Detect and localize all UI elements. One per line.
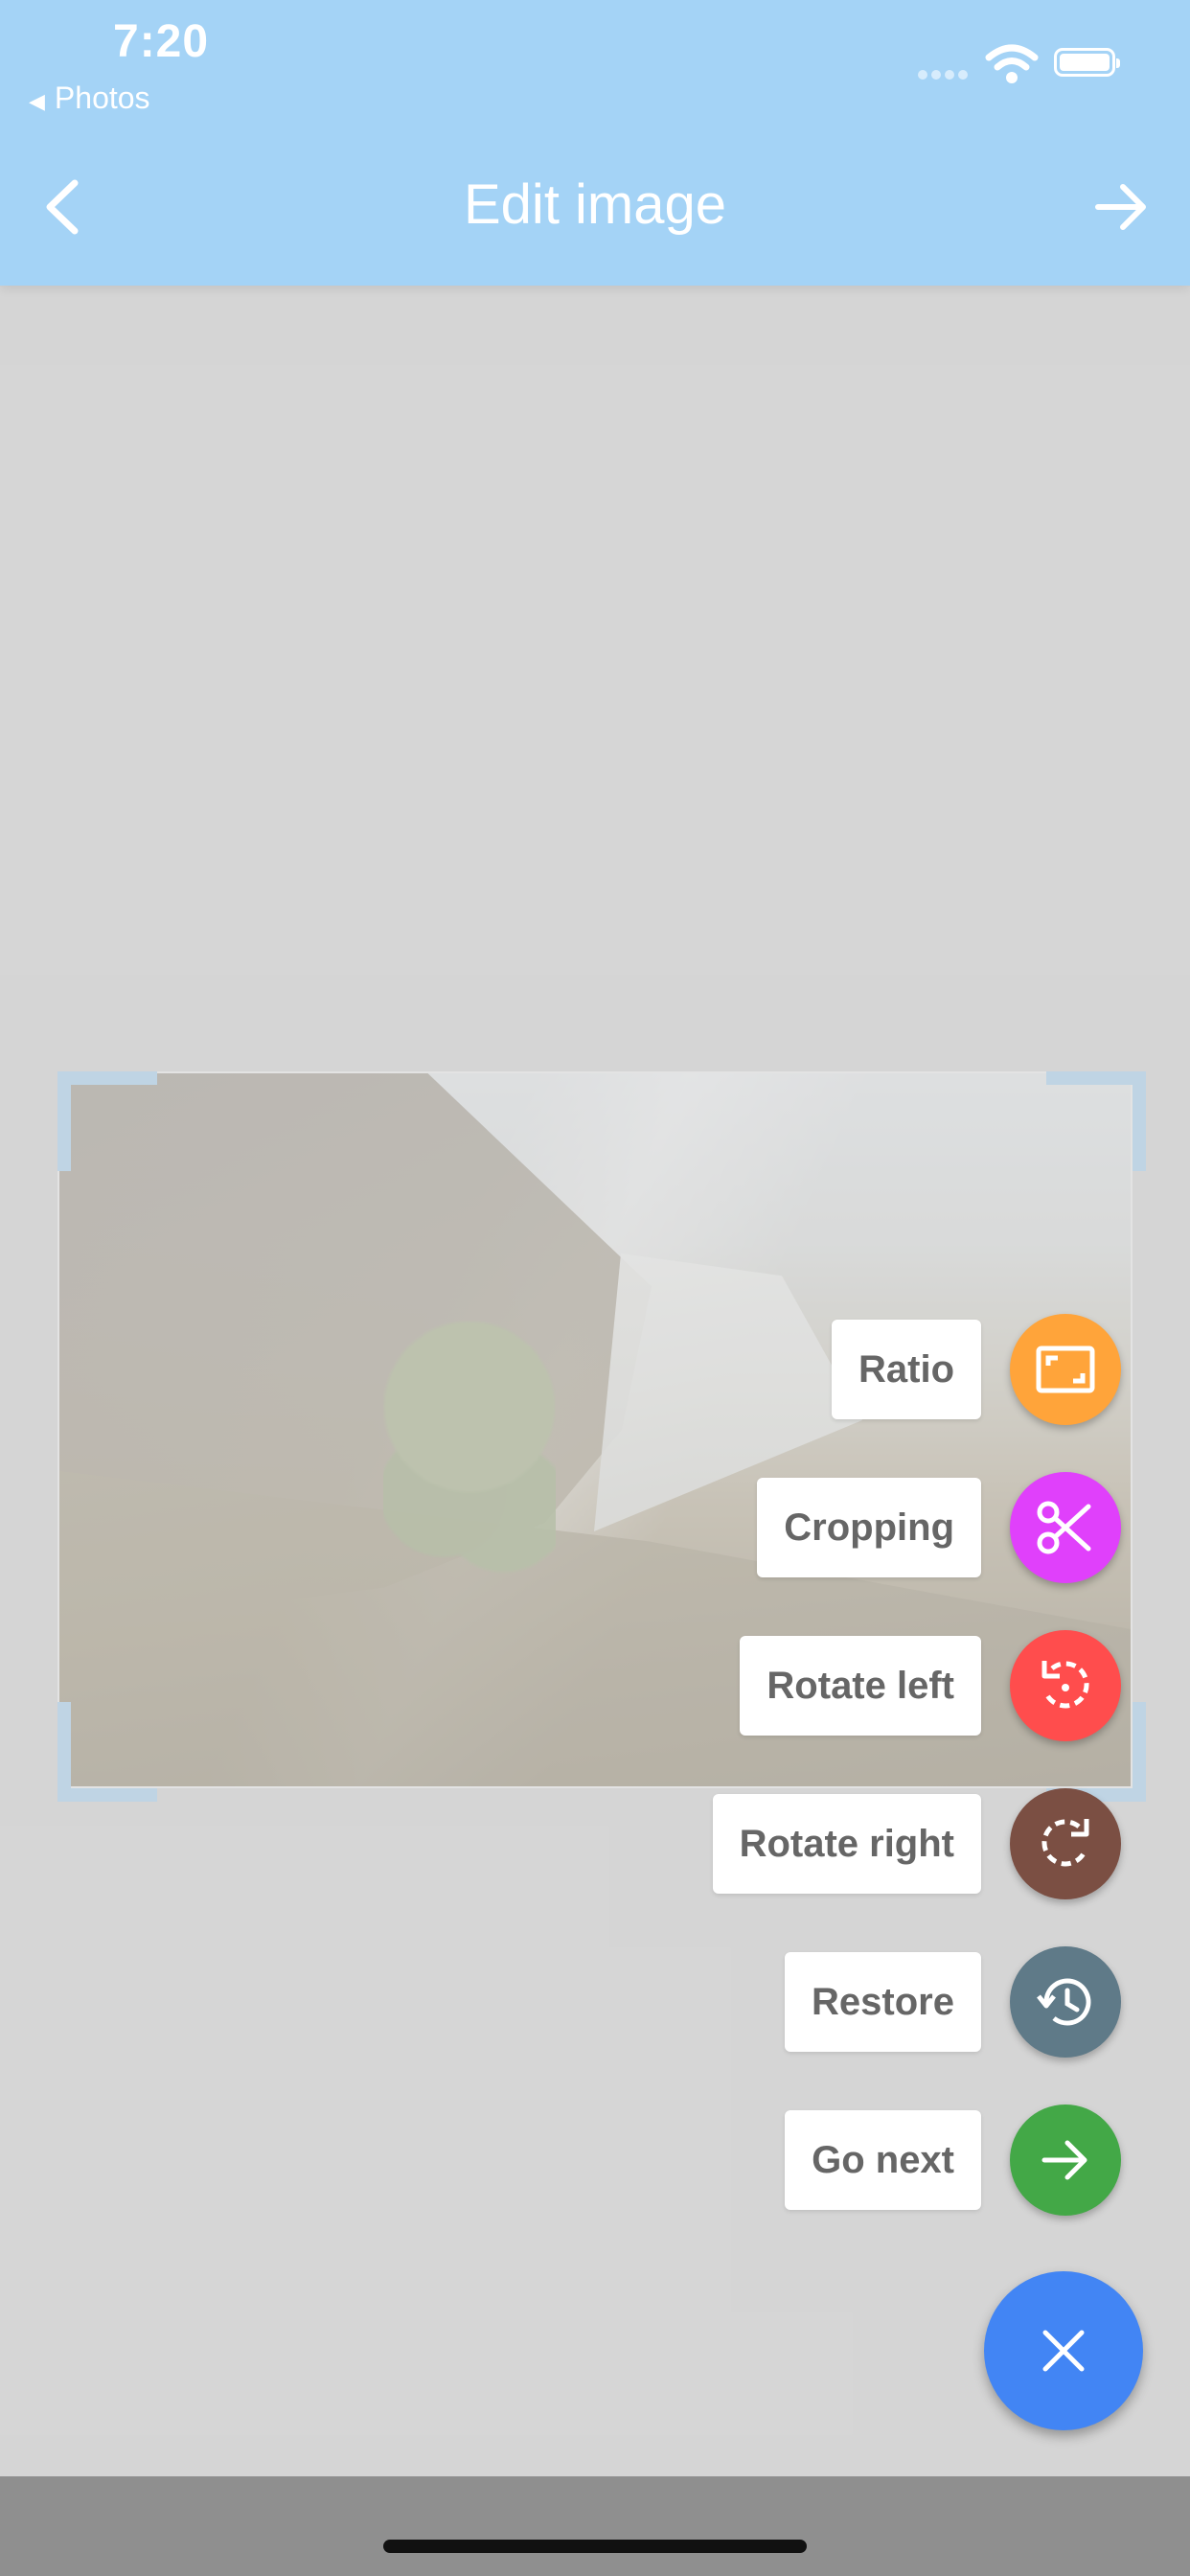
action-label[interactable]: Go next [785, 2110, 981, 2210]
rotate-left-icon [1041, 1661, 1089, 1709]
action-label[interactable]: Rotate right [712, 1794, 981, 1894]
speed-dial-close-button[interactable] [984, 2271, 1143, 2430]
rotate-right-icon [1041, 1819, 1089, 1867]
close-icon [1042, 2330, 1085, 2372]
arrow-right-icon [1041, 2140, 1087, 2180]
ratio-button[interactable] [1010, 1314, 1121, 1425]
rotate-right-button[interactable] [1010, 1788, 1121, 1899]
action-label[interactable]: Rotate left [740, 1636, 981, 1736]
home-indicator[interactable] [383, 2540, 807, 2553]
restore-button[interactable] [1010, 1946, 1121, 2058]
speed-dial: Ratio Cropping Rotate left Rotate right … [0, 0, 1190, 2576]
history-icon [1037, 1978, 1091, 2026]
action-label[interactable]: Restore [785, 1952, 981, 2052]
action-label[interactable]: Cropping [757, 1478, 981, 1577]
go-next-button[interactable] [1010, 2104, 1121, 2216]
rotate-left-button[interactable] [1010, 1630, 1121, 1741]
scissors-icon [1037, 1501, 1091, 1554]
cropping-button[interactable] [1010, 1472, 1121, 1583]
bottom-bar [0, 2476, 1190, 2576]
aspect-ratio-icon [1036, 1346, 1095, 1393]
action-label[interactable]: Ratio [832, 1320, 981, 1419]
